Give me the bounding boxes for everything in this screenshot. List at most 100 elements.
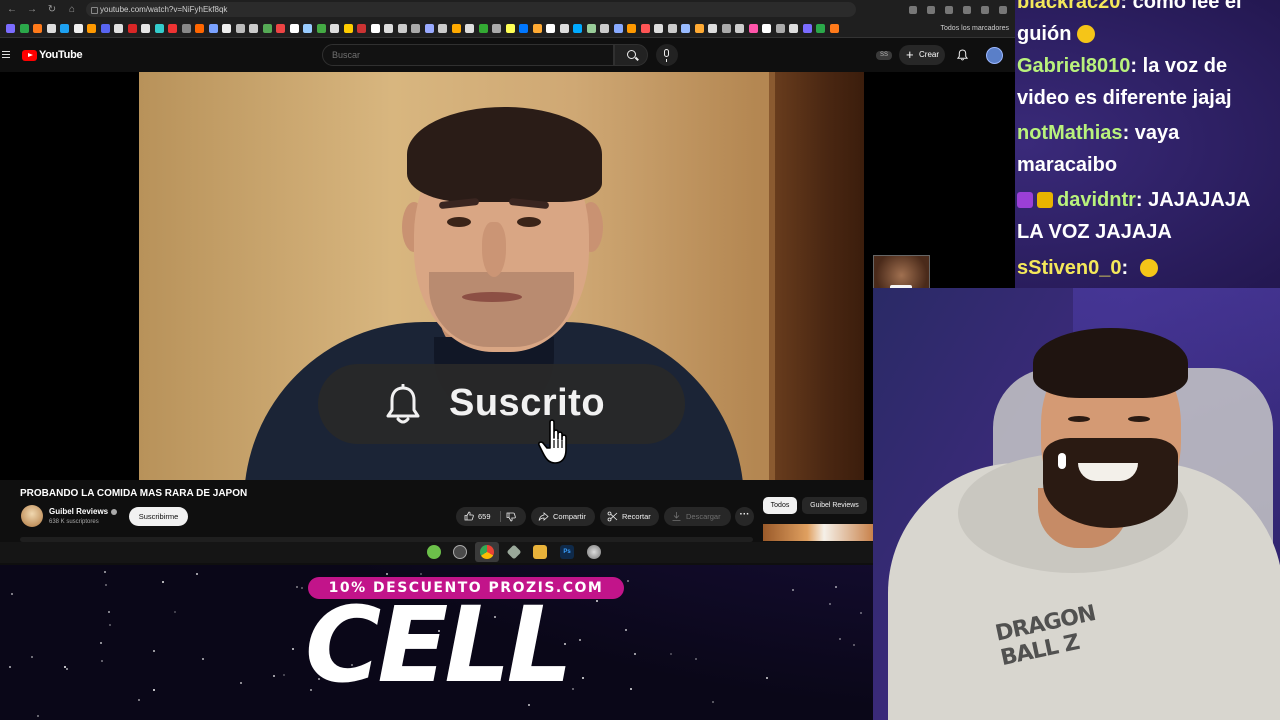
forward-icon[interactable]: → xyxy=(24,2,40,18)
bookmark-favicon-icon[interactable] xyxy=(384,23,393,33)
bookmark-favicon-icon[interactable] xyxy=(802,23,812,33)
create-button[interactable]: Crear xyxy=(899,45,945,65)
chat-username[interactable]: sStiven0_0 xyxy=(1017,257,1122,279)
bookmark-favicon-icon[interactable] xyxy=(694,23,704,33)
chip-channel[interactable]: Guibel Reviews xyxy=(802,497,867,514)
bookmark-favicon-icon[interactable] xyxy=(519,23,528,33)
bookmark-favicon-icon[interactable] xyxy=(573,23,582,33)
bookmark-favicon-icon[interactable] xyxy=(586,23,596,33)
subscribe-button[interactable]: Suscribirme xyxy=(129,507,188,526)
folder-icon[interactable] xyxy=(533,545,547,559)
bookmark-favicon-icon[interactable] xyxy=(19,23,29,33)
home-icon[interactable]: ⌂ xyxy=(64,2,80,18)
extension-icon[interactable] xyxy=(909,5,917,14)
bookmark-favicon-icon[interactable] xyxy=(424,23,434,33)
bookmark-favicon-icon[interactable] xyxy=(330,23,339,33)
more-actions-button[interactable]: ··· xyxy=(735,507,754,526)
channel-avatar[interactable] xyxy=(21,505,43,527)
bookmark-favicon-icon[interactable] xyxy=(775,23,785,33)
extension-icon[interactable] xyxy=(945,5,953,14)
bookmark-favicon-icon[interactable] xyxy=(708,23,717,33)
bookmark-favicon-icon[interactable] xyxy=(748,23,758,33)
bookmark-favicon-icon[interactable] xyxy=(33,23,42,33)
share-button[interactable]: Compartir xyxy=(531,507,595,526)
bookmark-favicon-icon[interactable] xyxy=(438,23,447,33)
account-avatar[interactable] xyxy=(986,47,1003,64)
bookmark-favicon-icon[interactable] xyxy=(316,23,326,33)
ss-badge[interactable]: SS xyxy=(876,51,892,60)
youtube-logo-icon[interactable] xyxy=(22,50,37,61)
bookmark-favicon-icon[interactable] xyxy=(357,23,366,33)
clip-button[interactable]: Recortar xyxy=(600,507,659,526)
bookmark-favicon-icon[interactable] xyxy=(235,23,245,33)
notifications-bell-icon[interactable] xyxy=(957,49,968,61)
bookmark-favicon-icon[interactable] xyxy=(249,23,258,33)
bookmark-favicon-icon[interactable] xyxy=(397,23,407,33)
bookmark-favicon-icon[interactable] xyxy=(222,23,231,33)
extension-icon[interactable] xyxy=(963,5,971,14)
bookmark-favicon-icon[interactable] xyxy=(181,23,191,33)
app-icon[interactable] xyxy=(587,545,601,559)
like-count[interactable]: 659 xyxy=(478,507,491,526)
voice-search-button[interactable] xyxy=(656,44,678,66)
bookmark-favicon-icon[interactable] xyxy=(276,23,285,33)
bookmark-favicon-icon[interactable] xyxy=(505,23,515,33)
bookmark-favicon-icon[interactable] xyxy=(46,23,56,33)
bookmark-favicon-icon[interactable] xyxy=(127,23,137,33)
chat-username[interactable]: notMathias xyxy=(1017,122,1123,144)
photoshop-icon[interactable]: Ps xyxy=(560,545,574,559)
bookmark-favicon-icon[interactable] xyxy=(789,23,798,33)
bookmark-favicon-icon[interactable] xyxy=(532,23,542,33)
bookmark-favicon-icon[interactable] xyxy=(816,23,825,33)
url-field[interactable]: youtube.com/watch?v=NiFyhEkf8qk xyxy=(86,2,856,17)
bookmark-favicon-icon[interactable] xyxy=(667,23,677,33)
youtube-brand[interactable]: YouTube xyxy=(39,49,83,61)
bookmark-favicon-icon[interactable] xyxy=(195,23,204,33)
bookmark-favicon-icon[interactable] xyxy=(600,23,609,33)
bookmark-favicon-icon[interactable] xyxy=(60,23,69,33)
back-icon[interactable]: ← xyxy=(4,2,20,18)
bookmark-favicon-icon[interactable] xyxy=(829,23,839,33)
bookmark-favicon-icon[interactable] xyxy=(141,23,150,33)
search-input[interactable]: Buscar xyxy=(322,44,614,66)
whatsapp-icon[interactable] xyxy=(427,545,441,559)
bookmark-favicon-icon[interactable] xyxy=(681,23,690,33)
reload-icon[interactable]: ↻ xyxy=(44,2,60,18)
bookmark-favicon-icon[interactable] xyxy=(343,23,353,33)
chat-username[interactable]: davidntr xyxy=(1057,189,1136,211)
bookmark-favicon-icon[interactable] xyxy=(627,23,636,33)
chip-all[interactable]: Todos xyxy=(763,497,797,514)
related-video-thumbnail[interactable] xyxy=(763,524,874,541)
bookmark-favicon-icon[interactable] xyxy=(559,23,569,33)
bookmark-favicon-icon[interactable] xyxy=(762,23,771,33)
bookmark-favicon-icon[interactable] xyxy=(546,23,555,33)
bookmark-favicon-icon[interactable] xyxy=(478,23,488,33)
bookmark-favicon-icon[interactable] xyxy=(465,23,474,33)
thumbs-up-icon[interactable] xyxy=(464,511,474,521)
bookmark-favicon-icon[interactable] xyxy=(721,23,731,33)
bookmark-favicon-icon[interactable] xyxy=(451,23,461,33)
bookmark-favicon-icon[interactable] xyxy=(303,23,312,33)
search-button[interactable] xyxy=(614,44,648,66)
bookmark-favicon-icon[interactable] xyxy=(208,23,218,33)
bookmark-favicon-icon[interactable] xyxy=(114,23,123,33)
extension-icon[interactable] xyxy=(927,5,935,14)
bookmark-favicon-icon[interactable] xyxy=(262,23,272,33)
bookmark-favicon-icon[interactable] xyxy=(613,23,623,33)
download-button[interactable]: Descargar xyxy=(664,507,731,526)
bookmark-favicon-icon[interactable] xyxy=(6,23,15,33)
bookmark-favicon-icon[interactable] xyxy=(87,23,96,33)
bookmark-favicon-icon[interactable] xyxy=(73,23,83,33)
bookmark-favicon-icon[interactable] xyxy=(492,23,501,33)
bookmark-favicon-icon[interactable] xyxy=(654,23,663,33)
menu-icon[interactable] xyxy=(2,51,10,58)
bookmark-favicon-icon[interactable] xyxy=(289,23,299,33)
profile-icon[interactable] xyxy=(999,5,1007,14)
bookmark-favicon-icon[interactable] xyxy=(640,23,650,33)
bookmark-favicon-icon[interactable] xyxy=(168,23,177,33)
chat-username[interactable]: blackrac20 xyxy=(1017,0,1120,13)
bookmark-favicon-icon[interactable] xyxy=(100,23,110,33)
channel-name[interactable]: Guibel Reviews xyxy=(49,507,108,516)
bookmark-favicon-icon[interactable] xyxy=(411,23,420,33)
all-bookmarks-link[interactable]: Todos los marcadores xyxy=(941,25,1015,32)
